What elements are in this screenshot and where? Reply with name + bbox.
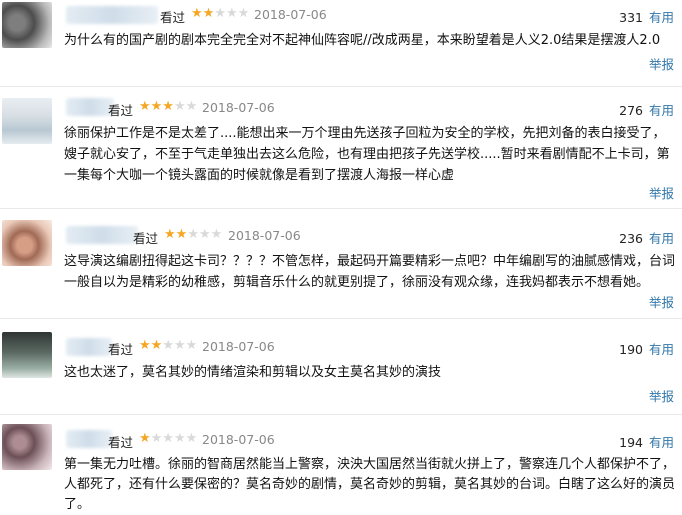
comment-date: 2018-07-06 xyxy=(254,7,327,22)
report-link[interactable]: 举报 xyxy=(649,386,674,405)
comment-item: 看过 ★★★★★ 2018-07-06 236 有用 这导演这编剧扭得起这卡司？？… xyxy=(0,216,682,320)
rating-stars: ★★★★★ xyxy=(139,431,197,446)
star-filled-icon: ★★ xyxy=(164,227,188,242)
watched-label: 看过 xyxy=(108,435,134,450)
username[interactable] xyxy=(66,226,138,244)
avatar[interactable] xyxy=(2,424,52,470)
useful-button[interactable]: 有用 xyxy=(649,435,674,450)
useful-button[interactable]: 有用 xyxy=(649,103,674,118)
comment-date: 2018-07-06 xyxy=(202,432,275,447)
username[interactable] xyxy=(66,430,112,448)
useful-button[interactable]: 有用 xyxy=(649,342,674,357)
vote-number: 194 xyxy=(619,435,643,450)
star-empty-icon: ★★★ xyxy=(162,338,198,353)
report-link[interactable]: 举报 xyxy=(649,54,674,73)
avatar[interactable] xyxy=(2,220,52,266)
vote-number: 236 xyxy=(619,231,643,246)
comment-text: 这也太迷了，莫名其妙的情绪渲染和剪辑以及女主莫名其妙的演技 xyxy=(64,365,442,380)
vote-number: 331 xyxy=(619,10,643,25)
vote-count: 194 有用 xyxy=(619,432,674,451)
watched-label: 看过 xyxy=(108,342,134,357)
star-filled-icon: ★★★ xyxy=(139,99,174,114)
divider xyxy=(0,318,682,319)
rating-stars: ★★★★★ xyxy=(139,338,197,353)
watched-label: 看过 xyxy=(160,10,186,25)
star-filled-icon: ★★ xyxy=(191,6,215,21)
report-link[interactable]: 举报 xyxy=(649,292,674,311)
comment-item: 看过 ★★★★★ 2018-07-06 331 有用 为什么有的国产剧的剧本完全完… xyxy=(0,0,682,98)
divider xyxy=(0,208,682,209)
username[interactable] xyxy=(66,6,158,24)
rating-stars: ★★★★★ xyxy=(139,99,197,114)
divider xyxy=(0,86,682,87)
comment-item: 看过 ★★★★★ 2018-07-06 276 有用 徐丽保护工作是不是太差了..… xyxy=(0,90,682,206)
star-filled-icon: ★★ xyxy=(139,338,163,353)
report-link[interactable]: 举报 xyxy=(649,183,674,202)
watched-label: 看过 xyxy=(133,231,159,246)
avatar[interactable] xyxy=(2,332,52,378)
comment-date: 2018-07-06 xyxy=(228,228,301,243)
useful-button[interactable]: 有用 xyxy=(649,231,674,246)
watched-label: 看过 xyxy=(108,103,134,118)
vote-count: 331 有用 xyxy=(619,7,674,26)
comment-text: 徐丽保护工作是不是太差了....能想出来一万个理由先送孩子回粒为安全的学校，先把… xyxy=(64,126,670,183)
avatar[interactable] xyxy=(2,98,52,144)
comment-date: 2018-07-06 xyxy=(202,339,275,354)
vote-count: 276 有用 xyxy=(619,100,674,119)
comment-text: 为什么有的国产剧的剧本完全完全对不起神仙阵容呢//改成两星，本来盼望着是人义2.… xyxy=(64,33,661,48)
useful-button[interactable]: 有用 xyxy=(649,10,674,25)
username[interactable] xyxy=(66,338,112,356)
star-empty-icon: ★★★ xyxy=(214,6,250,21)
rating-stars: ★★★★★ xyxy=(164,227,222,242)
star-empty-icon: ★★ xyxy=(173,99,198,114)
avatar[interactable] xyxy=(2,2,52,48)
star-filled-icon: ★ xyxy=(139,431,151,446)
comment-text: 第一集无力吐槽。徐丽的智商居然能当上警察，泱泱大国居然当街就火拼上了，警察连几个… xyxy=(64,457,676,512)
rating-stars: ★★★★★ xyxy=(191,6,249,21)
vote-number: 190 xyxy=(619,342,643,357)
comment-item: 看过 ★★★★★ 2018-07-06 190 有用 这也太迷了，莫名其妙的情绪渲… xyxy=(0,328,682,412)
username[interactable] xyxy=(66,98,114,116)
star-empty-icon: ★★★ xyxy=(187,227,223,242)
comment-date: 2018-07-06 xyxy=(202,100,275,115)
comment-text: 这导演这编剧扭得起这卡司？？？？不管怎样，最起码开篇要精彩一点吧？中年编剧写的油… xyxy=(64,254,676,290)
vote-count: 190 有用 xyxy=(619,339,674,358)
comment-item: 看过 ★★★★★ 2018-07-06 194 有用 第一集无力吐槽。徐丽的智商居… xyxy=(0,420,682,514)
vote-number: 276 xyxy=(619,103,643,118)
divider xyxy=(0,414,682,415)
star-empty-icon: ★★★★ xyxy=(150,431,198,446)
vote-count: 236 有用 xyxy=(619,228,674,247)
